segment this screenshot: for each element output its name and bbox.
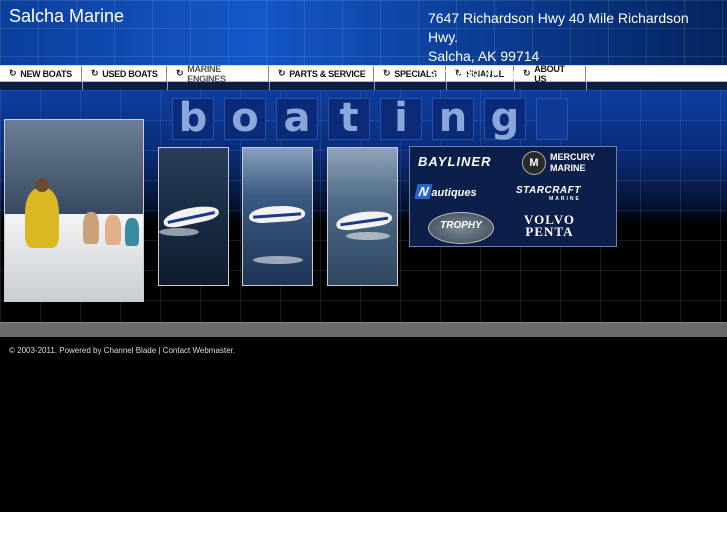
volvo-line2: PENTA [525,224,574,239]
nautiques-n-mark: N [414,184,433,199]
refresh-icon: ↻ [278,68,286,78]
person-figure [105,215,121,245]
boating-wordmark: b o a t i n g [172,98,568,140]
person-head [35,178,49,192]
nav-parts-service[interactable]: ↻ PARTS & SERVICE [269,66,374,81]
nav-label: MARINE ENGINES [187,63,226,84]
boat-wake [159,228,199,236]
boat-stripe [253,212,302,219]
dealer-address: 7647 Richardson Hwy 40 Mile Richardson H… [428,9,718,85]
boat-photo-2 [242,147,313,286]
mercury-line2: MARINE [550,163,586,173]
boat-wake [253,256,303,264]
person-figure [125,218,139,246]
refresh-icon: ↻ [9,68,17,78]
divider [374,81,375,90]
site-title[interactable]: Salcha Marine [9,6,124,27]
nautiques-text: autiques [431,187,477,199]
boat-people-photo [4,119,144,302]
boat-stripe [340,216,389,227]
boating-letter: g [484,98,526,140]
starcraft-subtext: MARINE [549,196,581,202]
address-line-3: Salcha, AK 99714 [428,48,540,64]
volvo-penta-logo[interactable]: VOLVO PENTA [524,213,575,239]
starcraft-logo[interactable]: STARCRAFT MARINE [516,185,581,202]
divider [269,81,270,90]
starcraft-text: STARCRAFT [516,185,581,196]
divider-bar [0,322,727,337]
divider [82,81,83,90]
trophy-logo[interactable]: TROPHY [428,212,494,244]
boating-letter: t [328,98,370,140]
boat-photo-1 [158,147,229,286]
brand-logos-panel: BAYLINER M MERCURY MARINE Nautiques STARCR… [409,146,617,247]
divider [167,81,168,90]
page-bottom [0,512,727,545]
nav-new-boats[interactable]: ↻ NEW BOATS [0,66,82,81]
boating-letter: o [224,98,266,140]
nav-used-boats[interactable]: ↻ USED BOATS [82,66,167,81]
person-figure [83,212,99,244]
address-line-2: Hwy. [428,29,459,45]
boating-letter: b [172,98,214,140]
address-line-1: 7647 Richardson Hwy 40 Mile Richardson [428,10,689,26]
boating-letter: i [380,98,422,140]
person-figure [25,188,59,248]
mercury-marine-logo[interactable]: M MERCURY MARINE [522,151,595,175]
mercury-line1: MERCURY [550,152,596,162]
boat-photo-3 [327,147,398,286]
nautiques-logo[interactable]: Nautiques [414,184,477,199]
nav-marine-engines[interactable]: ↻ MARINE ENGINES [167,63,269,84]
refresh-icon: ↻ [91,68,99,78]
bayliner-logo[interactable]: BAYLINER [418,154,491,169]
nav-label: USED BOATS [102,68,158,79]
refresh-icon: ↻ [383,68,391,78]
nav-label: NEW BOATS [20,68,72,79]
hero-banner: b o a t i n g BAYLINER MMERCURYMARINE [0,90,727,322]
boat-wake [346,232,390,240]
boating-block [536,98,568,140]
nav-label: PARTS & SERVICE [289,68,366,79]
footer-text: © 2003-2011. Powered by Channel Blade | … [9,346,236,355]
boating-letter: n [432,98,474,140]
refresh-icon: ↻ [176,68,184,78]
address-line-4: 907-488-4058 [428,67,516,83]
boating-letter: a [276,98,318,140]
mercury-icon: M [522,151,546,175]
